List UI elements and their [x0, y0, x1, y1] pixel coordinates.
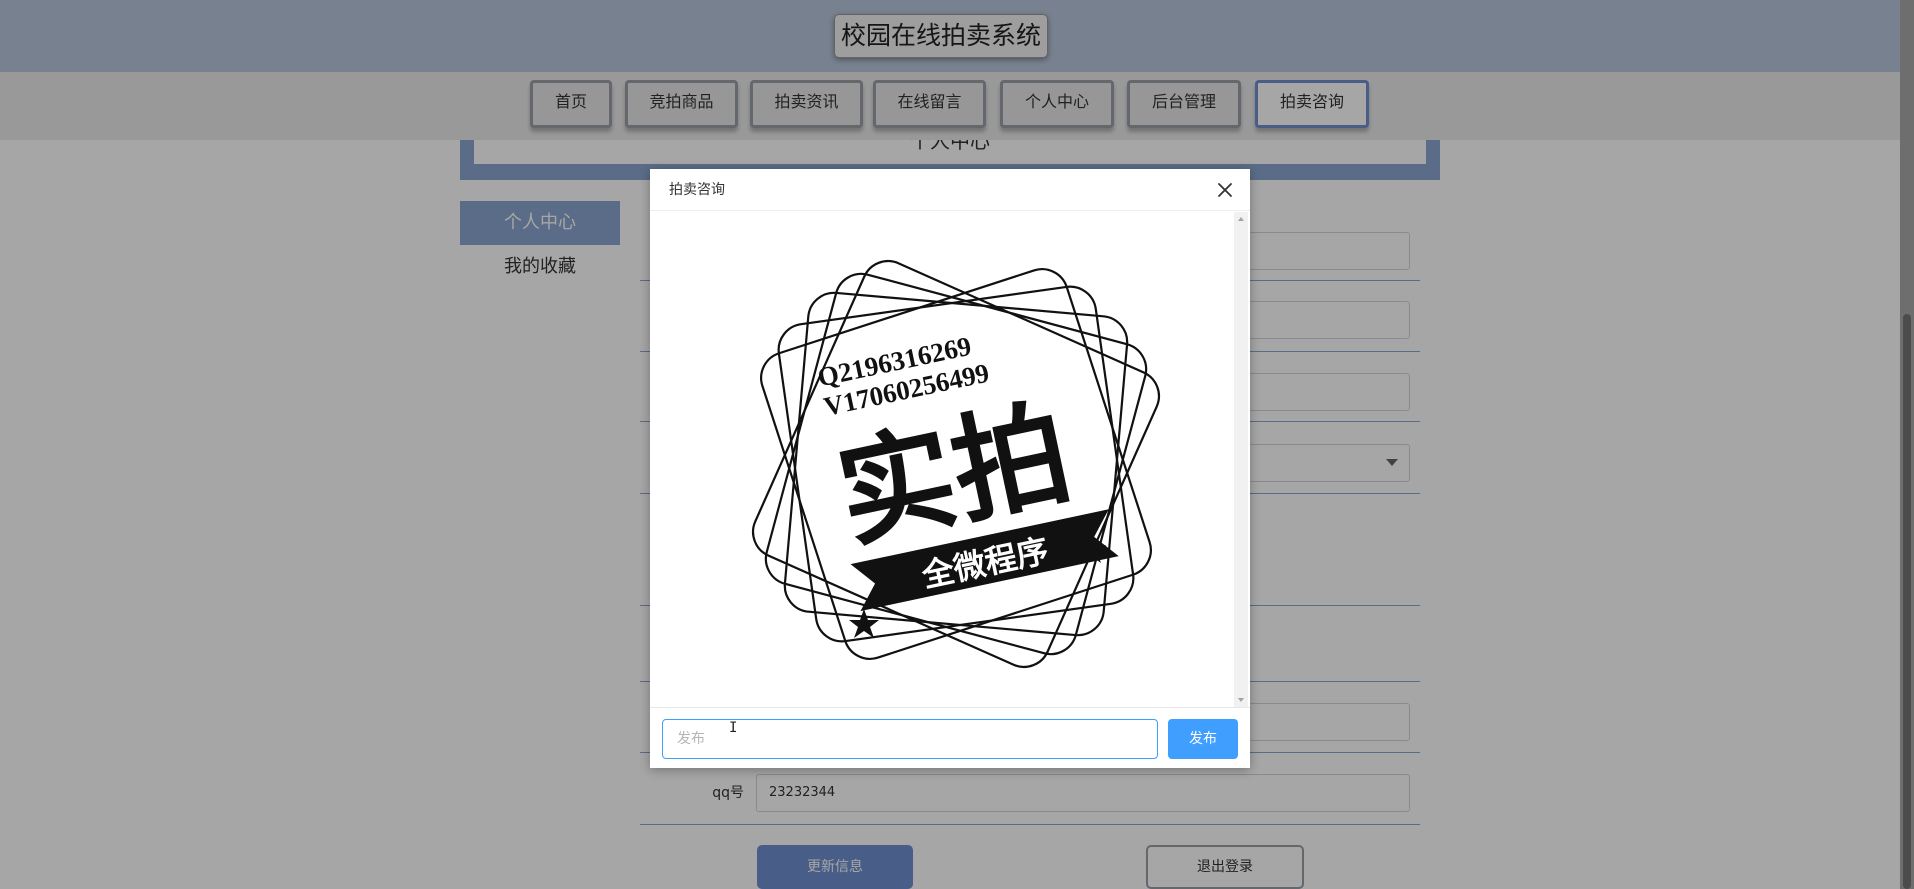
dialog-header: 拍卖咨询: [650, 169, 1250, 211]
scroll-up-icon[interactable]: [1238, 217, 1244, 221]
dialog-scrollbar[interactable]: [1234, 212, 1248, 707]
dialog-title: 拍卖咨询: [669, 182, 725, 198]
publish-button[interactable]: 发布: [1168, 719, 1238, 759]
close-icon[interactable]: [1215, 180, 1235, 200]
text-cursor-icon: I: [729, 720, 738, 736]
scroll-down-icon[interactable]: [1238, 698, 1244, 702]
contact-image: Q2196316269 V17060256499 实拍 全微程序: [751, 259, 1161, 669]
page-scrollbar-thumb[interactable]: [1903, 314, 1911, 889]
dialog-body: Q2196316269 V17060256499 实拍 全微程序: [650, 212, 1250, 708]
consult-dialog: 拍卖咨询 Q2196316269 V17060256499 实拍 全微程序 发布…: [650, 169, 1250, 768]
